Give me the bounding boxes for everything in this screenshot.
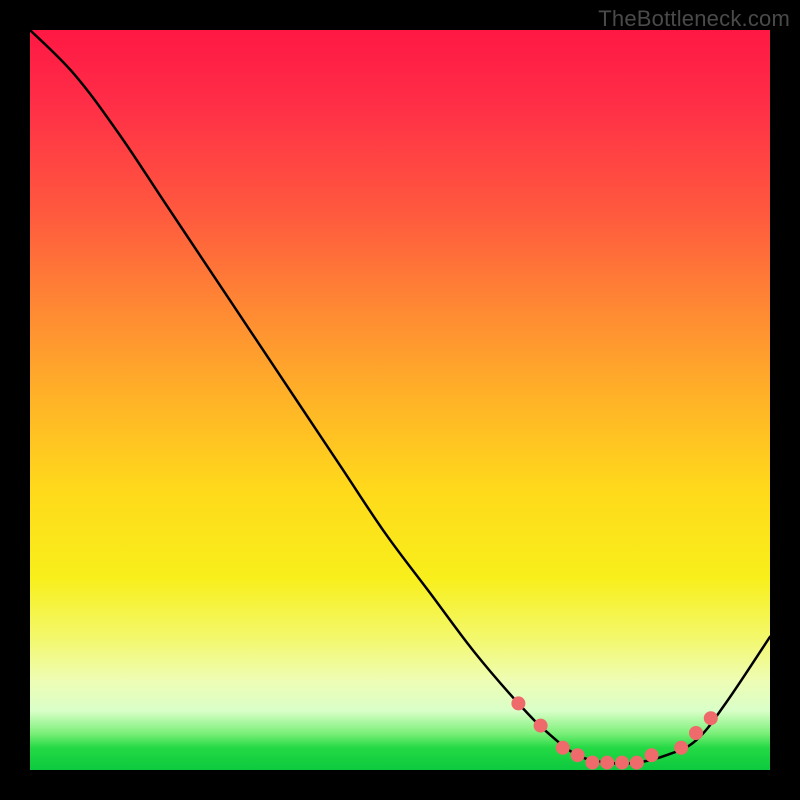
plot-area [30,30,770,770]
marker-dot [586,756,599,769]
flat-region-markers [512,697,717,769]
marker-dot [690,727,703,740]
marker-dot [630,756,643,769]
marker-dot [645,749,658,762]
marker-dot [512,697,525,710]
marker-dot [556,741,569,754]
marker-dot [601,756,614,769]
watermark-text: TheBottleneck.com [598,6,790,32]
marker-dot [675,741,688,754]
bottleneck-curve [30,30,770,764]
marker-dot [534,719,547,732]
marker-dot [704,712,717,725]
marker-dot [616,756,629,769]
marker-dot [571,749,584,762]
chart-stage: TheBottleneck.com [0,0,800,800]
curve-svg [30,30,770,770]
